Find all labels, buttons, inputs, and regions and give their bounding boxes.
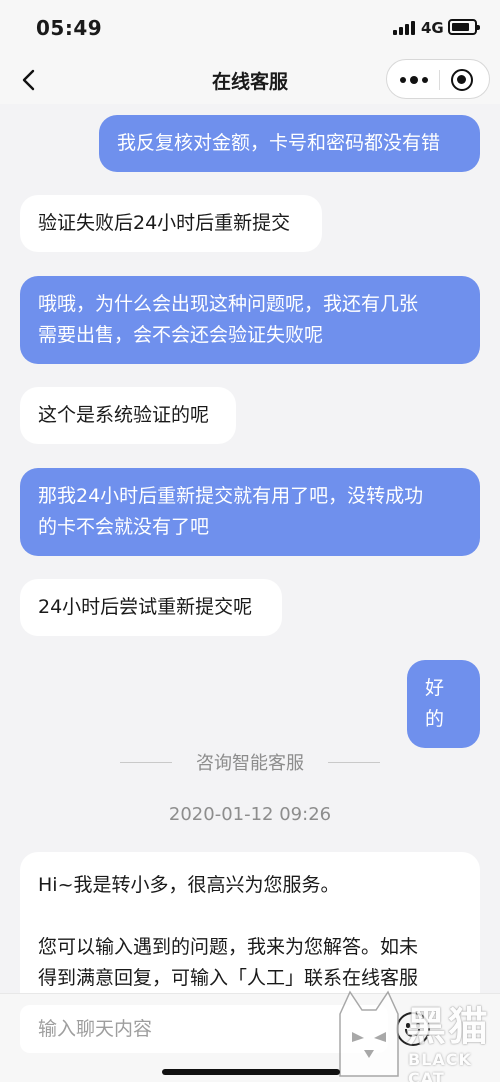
message-bubble-user: 我反复核对金额，卡号和密码都没有错 [99, 115, 480, 172]
watermark: 黑猫 BLACK CAT [334, 986, 500, 1082]
message-bubble-agent: 24小时后尝试重新提交呢 [20, 579, 282, 636]
chat-screen: 05:49 4G 在线客服 我反复核对金额，卡号和密码都没有错 验证失败后24小… [0, 0, 500, 1082]
message-text: 24小时后尝试重新提交呢 [38, 596, 253, 618]
battery-icon [448, 19, 480, 35]
message-text: 我反复核对金额，卡号和密码都没有错 [117, 132, 441, 154]
watermark-subtext: BLACK CAT [408, 1050, 472, 1082]
message-timestamp: 2020-01-12 09:26 [168, 804, 332, 825]
more-dots-icon[interactable] [399, 60, 429, 100]
session-divider: 咨询智能客服 [0, 747, 500, 777]
message-bubble-user: 好的 [407, 660, 480, 748]
black-cat-logo-icon [339, 990, 399, 1077]
message-text: 哦哦，为什么会出现这种问题呢，我还有几张 [38, 293, 419, 315]
status-time: 05:49 [36, 16, 103, 40]
message-text: 这个是系统验证的呢 [38, 404, 210, 426]
nav-bar: 在线客服 [0, 56, 500, 104]
home-indicator [162, 1069, 340, 1075]
message-bubble-user: 那我24小时后重新提交就有用了吧，没转成功 的卡不会就没有了吧 [20, 468, 480, 556]
status-bar: 05:49 4G [0, 0, 500, 56]
session-divider-label: 咨询智能客服 [196, 753, 304, 774]
message-text: 好的 [425, 677, 445, 730]
mini-program-capsule [386, 59, 490, 99]
signal-icon [393, 21, 415, 35]
welcome-line: 您可以输入遇到的问题，我来为您解答。如未 [38, 936, 419, 958]
message-text: 需要出售，会不会还会验证失败呢 [38, 324, 324, 346]
message-text: 那我24小时后重新提交就有用了吧，没转成功 [38, 485, 424, 507]
target-circle-icon[interactable] [451, 69, 473, 91]
message-bubble-agent: 验证失败后24小时后重新提交 [20, 195, 322, 252]
welcome-message: Hi~我是转小多，很高兴为您服务。 您可以输入遇到的问题，我来为您解答。如未 得… [20, 852, 480, 1000]
message-text: 验证失败后24小时后重新提交 [38, 212, 291, 234]
message-bubble-agent: 这个是系统验证的呢 [20, 387, 236, 444]
message-bubble-user: 哦哦，为什么会出现这种问题呢，我还有几张 需要出售，会不会还会验证失败呢 [20, 276, 480, 364]
network-type: 4G [421, 19, 444, 37]
message-text: 的卡不会就没有了吧 [38, 516, 210, 538]
chat-input[interactable] [20, 1005, 388, 1053]
welcome-line: Hi~我是转小多，很高兴为您服务。 [38, 874, 340, 896]
watermark-logo-text: 黑猫 [406, 1004, 490, 1050]
